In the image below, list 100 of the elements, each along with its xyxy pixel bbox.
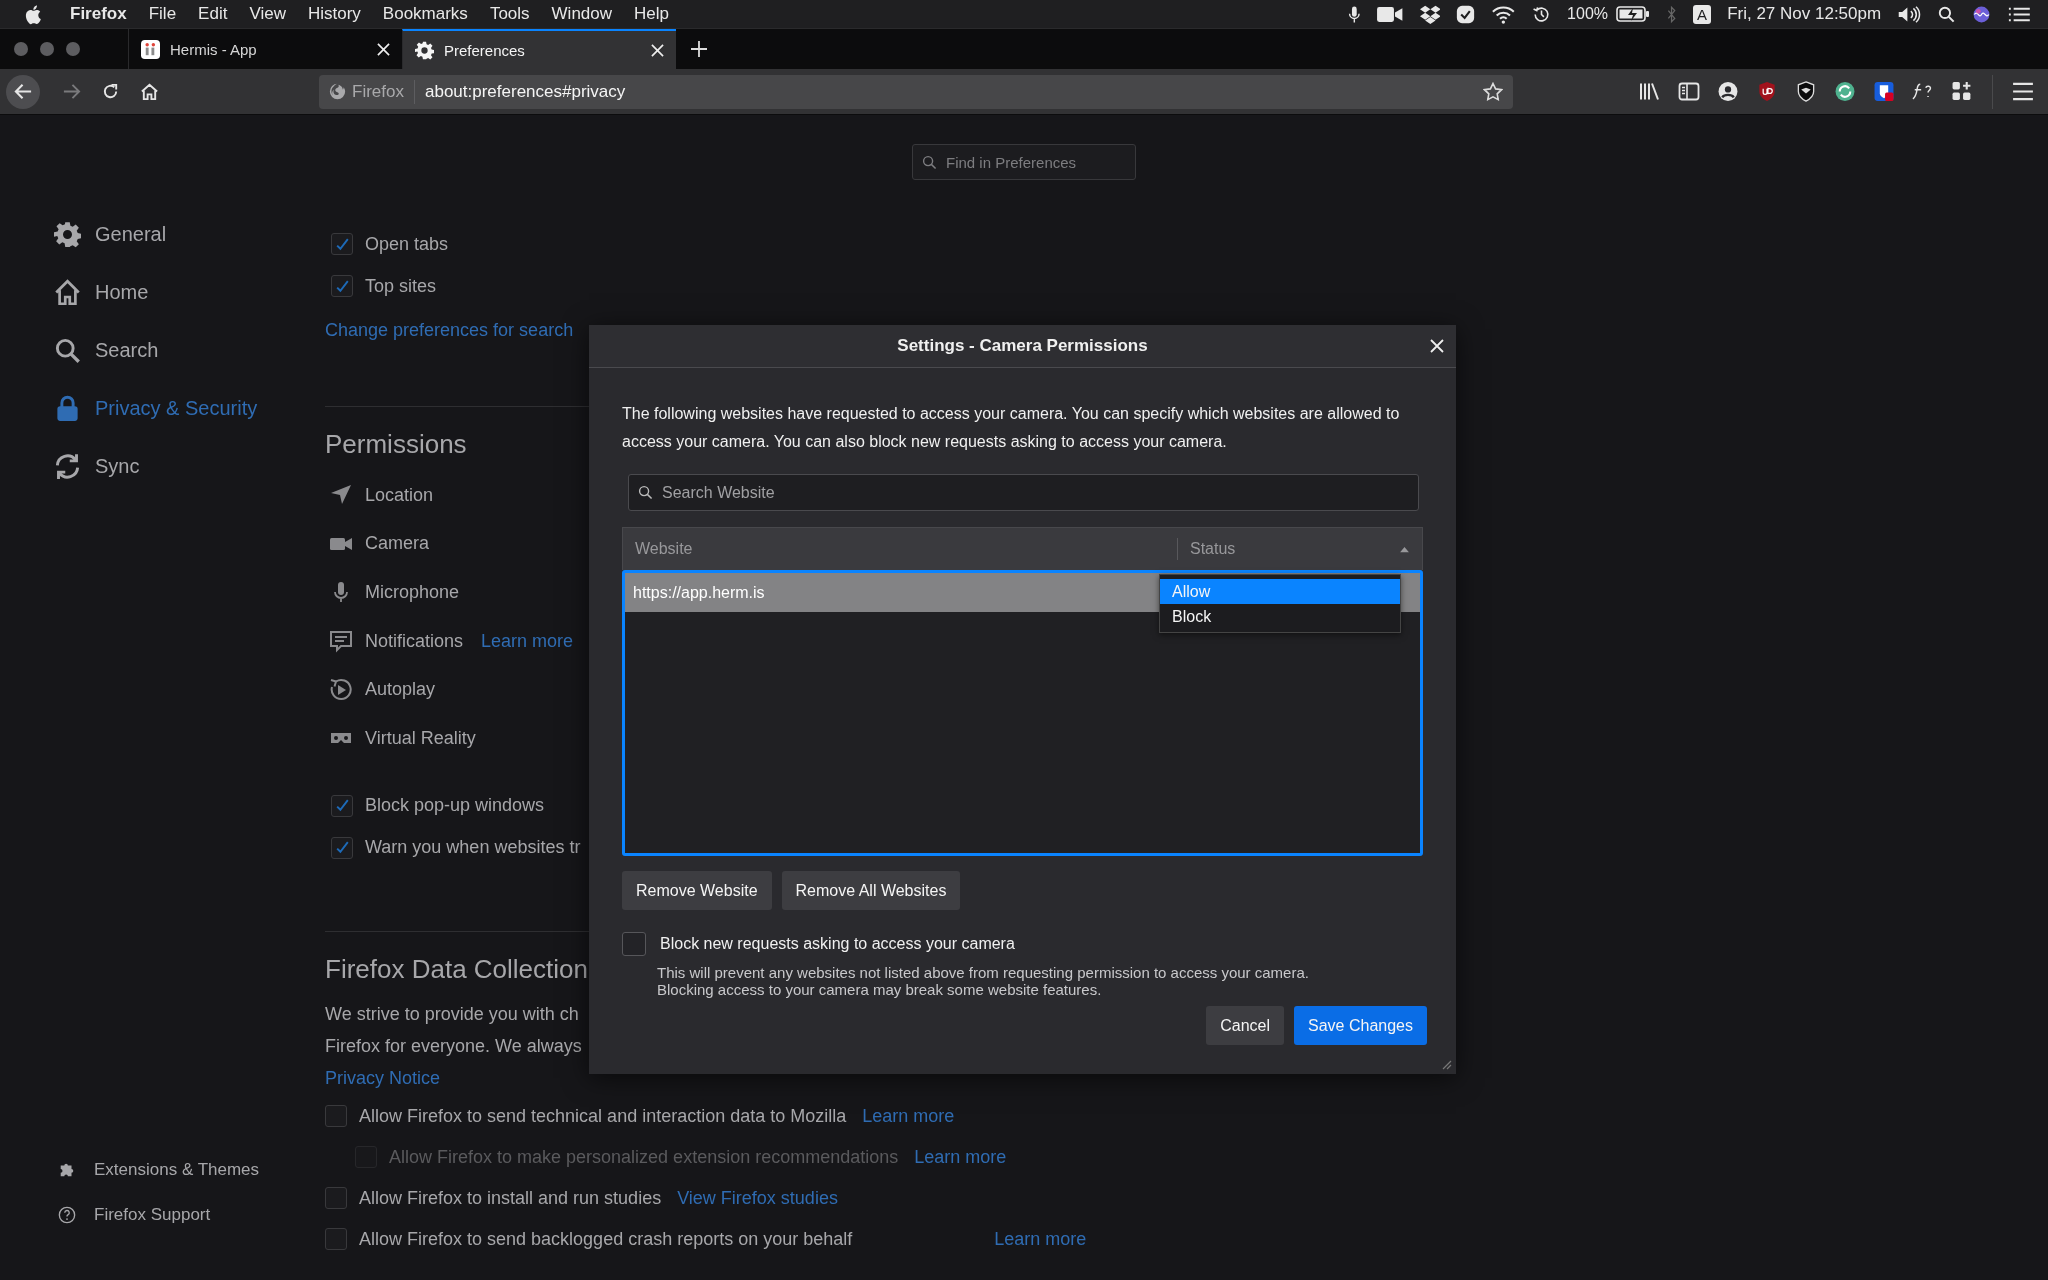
column-header[interactable]: Website [623,538,1178,560]
help-text: This will prevent any websites not listed above from requesting permission to access your camera. [656,964,1310,981]
sort-arrow-icon [1399,545,1410,553]
sidebar-item[interactable]: Home [0,274,325,310]
forward-arrow-icon[interactable] [62,82,81,101]
checkbox[interactable] [325,1105,347,1128]
home-icon[interactable] [140,82,159,101]
browser-tab[interactable]: Preferences [402,29,676,69]
microphone-icon[interactable] [1347,4,1361,24]
search-field[interactable]: Search Website [628,474,1419,511]
sidebar-link[interactable]: Firefox Support [0,1203,325,1227]
star-icon[interactable] [1483,81,1503,102]
search-icon[interactable] [1937,4,1957,24]
dialog-title: Settings - Camera Permissions [897,336,1148,356]
close-icon[interactable] [651,43,664,57]
checkbox-label: Open tabs [365,233,449,255]
bluetooth-icon[interactable] [1666,4,1678,24]
library-icon[interactable] [1639,81,1661,102]
help-text: Blocking access to your camera may break some website features. [656,981,1103,998]
checkbox-label: Allow Firefox to install and run studies [359,1187,662,1209]
font-query-icon[interactable] [1912,81,1934,102]
video-camera-icon[interactable] [1376,4,1404,24]
close-icon[interactable] [377,42,390,56]
apple-icon[interactable] [24,3,42,25]
checkbox[interactable] [331,794,353,817]
wifi-icon[interactable] [1491,4,1517,24]
history-clock-icon[interactable] [1532,4,1552,24]
help-icon [58,1206,76,1224]
sidebar-icon[interactable] [1678,81,1700,102]
checkmark-badge-icon[interactable] [1456,4,1476,24]
sidebar-link[interactable]: Extensions & Themes [0,1158,325,1182]
tab-title: Hermis - App [170,40,258,58]
reload-icon[interactable] [101,82,120,101]
home-icon [54,278,81,306]
dialog-button[interactable]: Remove Website [622,871,772,910]
checkbox[interactable] [331,836,353,859]
window-control-dot[interactable] [14,42,28,56]
permission-label: Autoplay [365,679,436,701]
menu-item[interactable]: Help [634,4,669,24]
app-menu[interactable]: Firefox [70,4,127,24]
back-button[interactable] [6,74,40,109]
checkbox[interactable] [325,1187,347,1210]
plus-icon[interactable] [690,40,708,58]
menu-item[interactable]: History [307,4,361,24]
menu-item[interactable]: Window [551,4,613,24]
sidebar-item[interactable]: Sync [0,448,325,484]
checkbox-label: Warn you when websites tr [365,837,581,859]
table-cell: https://app.herm.is [633,583,765,602]
menu-bar-clock[interactable]: Fri, 27 Nov 12:50pm [1727,4,1882,24]
account-icon[interactable] [1717,81,1739,102]
menu-item[interactable]: View [249,4,286,24]
column-header[interactable]: Status [1178,528,1422,570]
lock-icon [54,394,81,422]
input-source-indicator[interactable]: A [1693,4,1712,24]
battery-icon[interactable] [1616,5,1651,23]
section-heading: Firefox Data Collection [325,953,588,986]
search-field[interactable]: Find in Preferences [912,144,1136,180]
siri-orb-icon[interactable] [1972,4,1992,24]
speaker-icon[interactable] [1897,4,1922,24]
search-icon [922,155,937,170]
menu-item[interactable]: Edit [198,4,228,24]
checkbox-label: Allow Firefox to make personalized extension recommendations [389,1146,899,1168]
window-control-dot[interactable] [66,42,80,56]
checkbox[interactable] [331,233,353,255]
resize-grip-icon[interactable] [1440,1058,1452,1070]
left-arrow-icon [13,82,33,101]
menu-item[interactable]: File [148,4,177,24]
permission-label: Location [365,484,434,506]
tab-title: Preferences [444,41,526,59]
address-bar[interactable]: Firefox about:preferences#privacy [319,74,1513,109]
menu-item[interactable]: Tools [489,4,530,24]
section-heading: Permissions [325,429,467,461]
sidebar-item[interactable]: General [0,216,325,252]
website-list[interactable]: https://app.herm.is Allow Block [622,570,1423,856]
sync-icon [54,452,81,480]
description-text: We strive to provide you with ch [325,1002,579,1026]
password-manager-icon[interactable] [1873,81,1895,102]
dropbox-icon[interactable] [1419,4,1441,24]
sidebar-item[interactable]: Search [0,332,325,368]
gear-icon [54,220,81,248]
shield-icon[interactable] [1756,81,1778,102]
checkbox[interactable] [325,1228,347,1251]
save-button[interactable]: Save Changes [1294,1006,1427,1045]
gear-icon [415,40,434,60]
checkbox-label: Allow Firefox to send backlogged crash reports on your behalf [359,1228,853,1250]
description-text: Firefox for everyone. We always [325,1034,582,1058]
cancel-button[interactable]: Cancel [1206,1006,1285,1045]
window-control-dot[interactable] [40,42,54,56]
add-widget-icon[interactable] [1951,81,1973,102]
shield-icon[interactable] [1795,81,1817,102]
permission-label: Camera [365,533,430,555]
sync-circle-icon[interactable] [1834,81,1856,102]
checkbox[interactable] [331,275,353,297]
checkbox[interactable] [622,932,646,956]
permission-label: Microphone [365,582,460,603]
dialog-button[interactable]: Remove All Websites [781,871,961,910]
search-icon [54,336,81,364]
menu-item[interactable]: Bookmarks [382,4,468,24]
menu-icon[interactable] [2012,81,2034,102]
close-icon[interactable] [1430,339,1444,353]
